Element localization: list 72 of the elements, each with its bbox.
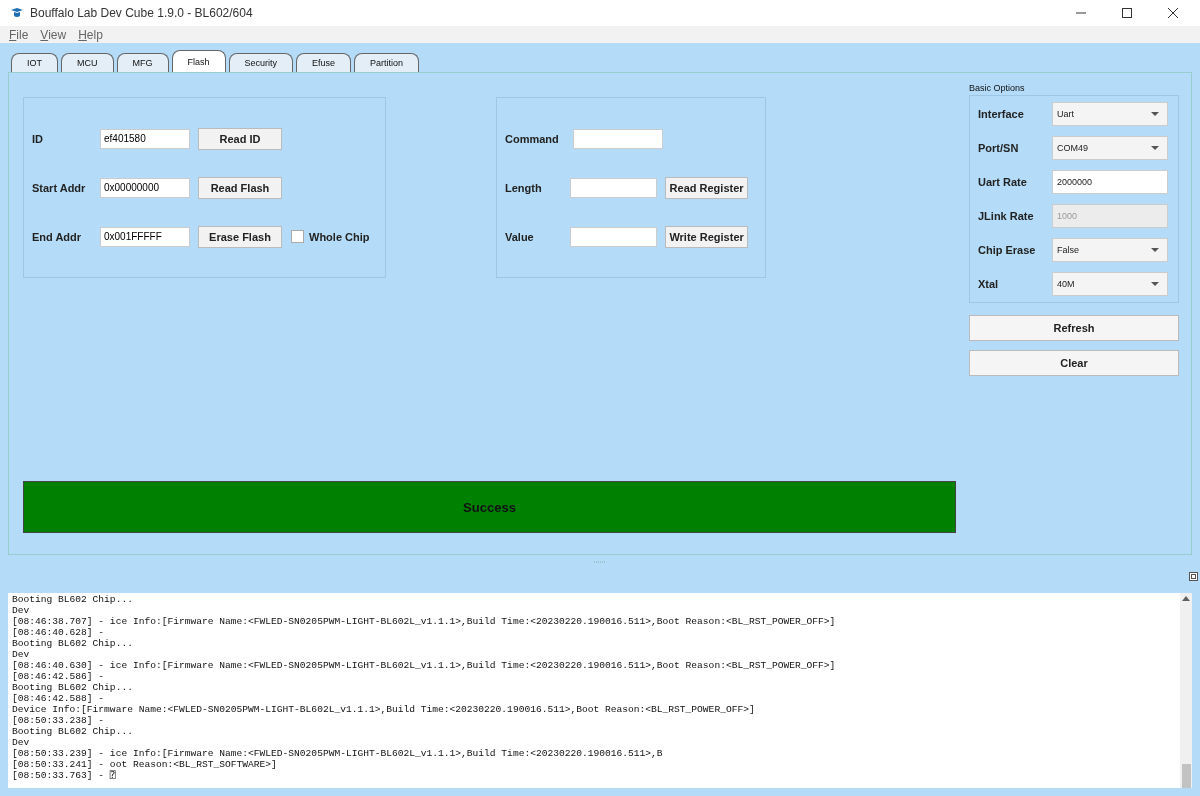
caret-icon [1151, 282, 1159, 286]
group-title: Basic Options [969, 83, 1026, 93]
field-label: Command [505, 132, 560, 145]
field-label: Start Addr [32, 181, 87, 194]
app-logo-icon [10, 7, 24, 19]
checkbox-label: Whole Chip [309, 230, 370, 243]
input-field[interactable]: 0x00000000 [100, 177, 190, 198]
checkbox[interactable] [291, 230, 304, 243]
log-line: Dev [12, 649, 31, 660]
scroll-up-icon[interactable] [1182, 596, 1190, 601]
action-button[interactable]: Read ID [198, 127, 282, 150]
input-field[interactable]: 2000000 [1052, 170, 1168, 194]
caret-icon [1151, 248, 1159, 252]
dropdown[interactable]: Uart [1052, 102, 1168, 126]
field-label: JLink Rate [978, 210, 1035, 222]
dropdown[interactable]: COM49 [1052, 136, 1168, 160]
log-line: Booting BL602 Chip... [12, 594, 134, 605]
action-button[interactable]: Erase Flash [198, 225, 282, 248]
field-label: Value [505, 230, 535, 243]
field-label: Xtal [978, 278, 1000, 290]
log-line: [08:50:33.241] - oot Reason:<BL_RST_SOFTWARE>] [12, 759, 278, 770]
window-title: Bouffalo Lab Dev Cube 1.9.0 - BL602/604 [30, 6, 254, 20]
caret-icon [1151, 146, 1159, 150]
action-button[interactable]: Refresh [969, 315, 1179, 341]
log-line: [08:50:33.238] - [12, 715, 106, 726]
field-label: Interface [978, 108, 1025, 120]
log-line: [08:46:42.586] - [12, 671, 106, 682]
caret-icon [1151, 112, 1159, 116]
field-label: End Addr [32, 230, 83, 243]
log-line: [08:46:42.588] - [12, 693, 106, 704]
close-icon[interactable] [1168, 8, 1178, 18]
input-field[interactable] [573, 128, 663, 149]
field-label: ID [32, 132, 44, 145]
tab[interactable]: MFG [116, 53, 169, 72]
input-field[interactable] [570, 177, 658, 198]
log-line: Booting BL602 Chip... [12, 726, 134, 737]
menu-item[interactable]: View [40, 27, 67, 42]
input-field[interactable]: ef401580 [100, 128, 190, 149]
field-label: Port/SN [978, 142, 1020, 154]
tab[interactable]: Partition [354, 53, 420, 72]
dropdown[interactable]: False [1052, 238, 1168, 262]
log-line: Booting BL602 Chip... [12, 682, 134, 693]
log-line: [08:46:40.628] - [12, 627, 106, 638]
tab[interactable]: Security [228, 53, 294, 72]
menu-item[interactable]: File [9, 27, 29, 42]
tab[interactable]: Efuse [296, 53, 352, 72]
dropdown[interactable]: 40M [1052, 272, 1168, 296]
maximize-icon[interactable] [1122, 8, 1132, 18]
log-line: [08:46:38.707] - ice Info:[Firmware Name:<FWLED-SN0205PWM-LIGHT-BL602L_v1.1.1>,Build Time:<20230220.190016.511>,Boot Reason:<BL_RST_POWER_OFF>] [12, 616, 837, 627]
status-text: Success [463, 499, 516, 515]
tab[interactable]: Flash [171, 50, 226, 72]
log-line: [08:46:40.630] - ice Info:[Firmware Name:<FWLED-SN0205PWM-LIGHT-BL602L_v1.1.1>,Build Time:<20230220.190016.511>,Boot Reason:<BL_RST_POWER_OFF>] [12, 660, 837, 671]
field-label: Uart Rate [978, 176, 1028, 188]
input-field[interactable] [570, 226, 658, 247]
tab[interactable]: IOT [11, 53, 58, 72]
input-field[interactable]: 0x001FFFFF [100, 226, 190, 247]
scrollbar-thumb[interactable] [1181, 764, 1191, 788]
log-line: Dev [12, 737, 31, 748]
menu-item[interactable]: Help [78, 27, 103, 42]
undock-icon[interactable] [1189, 572, 1198, 581]
action-button[interactable]: Write Register [665, 225, 748, 248]
action-button[interactable]: Read Register [665, 176, 748, 199]
tab[interactable]: MCU [61, 53, 114, 72]
action-button[interactable]: Read Flash [198, 176, 282, 199]
field-label: Chip Erase [978, 244, 1037, 256]
action-button[interactable]: Clear [969, 350, 1179, 376]
log-line: [08:50:33.239] - ice Info:[Firmware Name:<FWLED-SN0205PWM-LIGHT-BL602L_v1.1.1>,Build Time:<20230220.190016.511>,B [12, 748, 664, 759]
log-line: [08:50:33.763] - ⍰ [12, 770, 117, 781]
log-line: Dev [12, 605, 31, 616]
log-line: Device Info:[Firmware Name:<FWLED-SN0205PWM-LIGHT-BL602L_v1.1.1>,Build Time:<20230220.190016.511>,Boot Reason:<BL_RST_POWER_OFF>] [12, 704, 756, 715]
log-line: Booting BL602 Chip... [12, 638, 134, 649]
field-label: Length [505, 181, 543, 194]
